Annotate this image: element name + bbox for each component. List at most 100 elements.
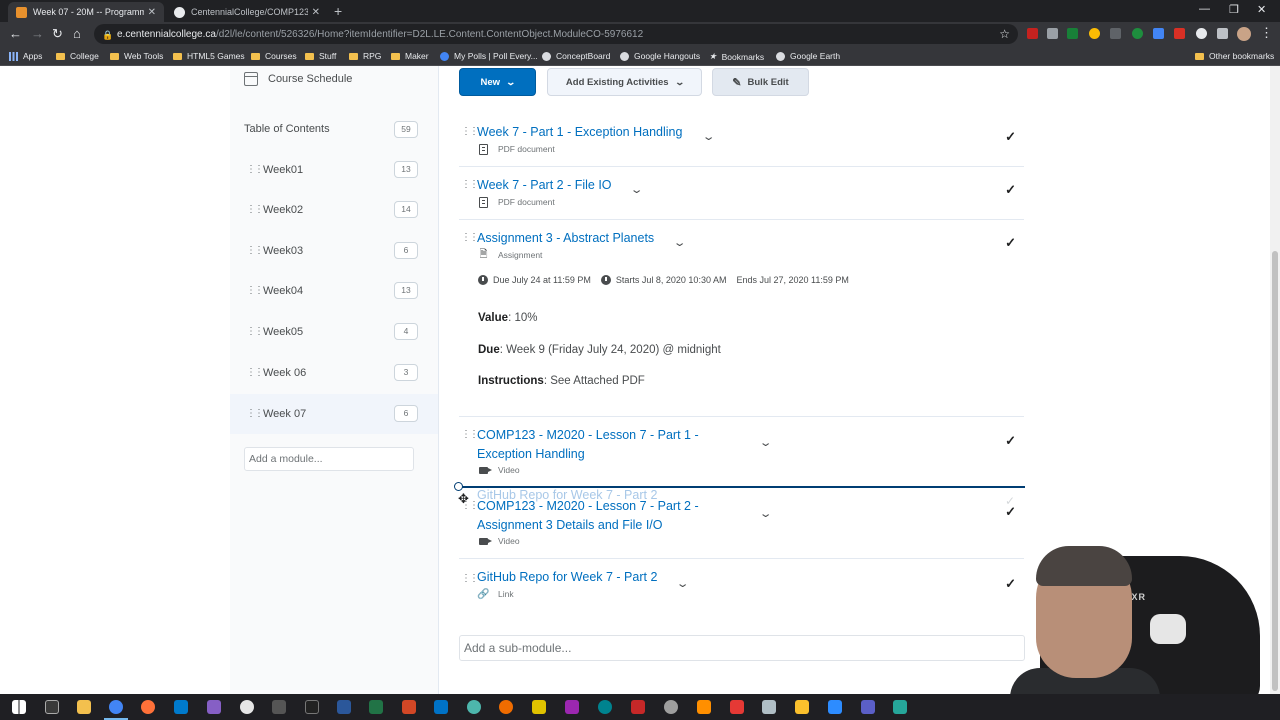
bookmark-conceptboard[interactable]: ConceptBoard <box>542 51 610 61</box>
table-of-contents-label[interactable]: Table of Contents <box>244 123 330 135</box>
drag-handle-icon[interactable]: ⋮⋮ <box>461 233 479 243</box>
address-bar[interactable]: 🔒 e.centennialcollege.ca /d2l/le/content… <box>94 24 1018 44</box>
app-icon[interactable] <box>272 700 286 714</box>
chevron-down-icon[interactable]: ⌄ <box>759 436 773 449</box>
extension-icon[interactable] <box>1067 28 1078 39</box>
bookmark-html5-games[interactable]: HTML5 Games <box>173 51 245 61</box>
sidebar-item-week02[interactable]: ⋮⋮ Week02 14 <box>230 190 438 230</box>
app-icon[interactable] <box>565 700 579 714</box>
back-icon[interactable]: ← <box>9 26 22 42</box>
bulk-edit-button[interactable]: ✎ Bulk Edit <box>712 68 809 96</box>
app-icon[interactable] <box>664 700 678 714</box>
topic-row[interactable]: ⋮⋮ Assignment 3 - Abstract Planets ⌄ ✓ 🗎… <box>459 220 1024 417</box>
browser-tab-active[interactable]: Week 07 - 20M -- Programming 2 ✕ <box>8 2 164 22</box>
profile-avatar[interactable] <box>1237 27 1251 41</box>
extension-icon[interactable] <box>1110 28 1121 39</box>
windows-start-icon[interactable] <box>12 700 26 714</box>
extension-icon[interactable] <box>1196 28 1207 39</box>
add-sub-module-input[interactable]: Add a sub-module... <box>459 635 1025 661</box>
reload-icon[interactable]: ↻ <box>52 26 63 42</box>
page-scrollbar[interactable] <box>1270 66 1280 694</box>
chevron-down-icon[interactable]: ⌄ <box>673 236 687 249</box>
minimize-icon[interactable]: — <box>1199 3 1210 15</box>
drag-handle-icon[interactable]: ⋮⋮ <box>246 327 264 337</box>
bookmark-maker[interactable]: Maker <box>391 51 429 61</box>
bookmark-google-earth[interactable]: Google Earth <box>776 51 840 61</box>
topic-row[interactable]: ⋮⋮ Week 7 - Part 1 - Exception Handling … <box>459 114 1024 167</box>
app-icon[interactable] <box>730 700 744 714</box>
app-icon[interactable] <box>499 700 513 714</box>
bookmark-stuff[interactable]: Stuff <box>305 51 336 61</box>
vscode-icon[interactable] <box>174 700 188 714</box>
app-icon[interactable] <box>240 700 254 714</box>
extension-icon[interactable] <box>1047 28 1058 39</box>
teams-icon[interactable] <box>861 700 875 714</box>
add-existing-activities-button[interactable]: Add Existing Activities ⌄ <box>547 68 702 96</box>
bookmark-other[interactable]: Other bookmarks <box>1195 51 1274 61</box>
topic-row[interactable]: ⋮⋮ COMP123 - M2020 - Lesson 7 - Part 1 -… <box>459 417 1024 487</box>
close-icon[interactable]: ✕ <box>312 7 320 18</box>
app-icon[interactable] <box>762 700 776 714</box>
topic-title-link[interactable]: Week 7 - Part 1 - Exception Handling <box>477 123 682 142</box>
word-icon[interactable] <box>337 700 351 714</box>
file-explorer-icon[interactable] <box>77 700 91 714</box>
app-icon[interactable] <box>598 700 612 714</box>
task-view-icon[interactable] <box>45 700 59 714</box>
extension-icon[interactable] <box>1027 28 1038 39</box>
topic-row[interactable]: ⋮⋮ GitHub Repo for Week 7 - Part 2 ⌄ ✓ 🔗… <box>459 559 1024 619</box>
epic-games-icon[interactable] <box>305 700 319 714</box>
extension-icon[interactable] <box>1132 28 1143 39</box>
bookmark-web-tools[interactable]: Web Tools <box>110 51 163 61</box>
window-close-icon[interactable]: ✕ <box>1257 3 1266 16</box>
app-icon[interactable] <box>467 700 481 714</box>
drag-handle-icon[interactable]: ⋮⋮ <box>461 574 479 584</box>
bookmark-courses[interactable]: Courses <box>251 51 297 61</box>
topic-row[interactable]: ⋮⋮ COMP123 - M2020 - Lesson 7 - Part 2 -… <box>459 488 1024 559</box>
extension-icon[interactable] <box>1089 28 1100 39</box>
course-schedule-link[interactable]: Course Schedule <box>244 72 352 86</box>
chrome-icon[interactable] <box>109 700 123 714</box>
sidebar-item-week05[interactable]: ⋮⋮ Week05 4 <box>230 312 438 352</box>
app-icon[interactable] <box>532 700 546 714</box>
topic-title-link[interactable]: COMP123 - M2020 - Lesson 7 - Part 1 - Ex… <box>477 426 727 463</box>
visual-studio-icon[interactable] <box>207 700 221 714</box>
drag-handle-icon[interactable]: ⋮⋮ <box>461 430 479 440</box>
extension-icon[interactable] <box>1174 28 1185 39</box>
drag-handle-icon[interactable]: ⋮⋮ <box>246 246 264 256</box>
drag-handle-icon[interactable]: ⋮⋮ <box>461 180 479 190</box>
powerpoint-icon[interactable] <box>402 700 416 714</box>
sidebar-item-week04[interactable]: ⋮⋮ Week04 13 <box>230 271 438 311</box>
zoom-icon[interactable] <box>828 700 842 714</box>
app-icon[interactable] <box>893 700 907 714</box>
extension-icon[interactable] <box>1153 28 1164 39</box>
app-icon[interactable] <box>631 700 645 714</box>
new-tab-icon[interactable]: + <box>334 3 342 19</box>
excel-icon[interactable] <box>369 700 383 714</box>
bookmark-star-icon[interactable]: ☆ <box>999 27 1010 41</box>
sidebar-item-week07[interactable]: ⋮⋮ Week 07 6 <box>230 394 438 434</box>
restore-icon[interactable]: ❐ <box>1229 3 1239 16</box>
firefox-icon[interactable] <box>141 700 155 714</box>
drag-handle-icon[interactable]: ⋮⋮ <box>246 409 264 419</box>
close-icon[interactable]: ✕ <box>148 7 156 18</box>
topic-title-link[interactable]: Week 7 - Part 2 - File IO <box>477 176 612 195</box>
chevron-down-icon[interactable]: ⌄ <box>759 507 773 520</box>
topic-title-link[interactable]: Assignment 3 - Abstract Planets <box>477 229 654 248</box>
drag-handle-icon[interactable]: ⋮⋮ <box>461 127 479 137</box>
chevron-down-icon[interactable]: ⌄ <box>630 183 644 196</box>
topic-row[interactable]: ⋮⋮ Week 7 - Part 2 - File IO ⌄ ✓ PDF doc… <box>459 167 1024 220</box>
forward-icon[interactable]: → <box>31 26 44 42</box>
outlook-icon[interactable] <box>434 700 448 714</box>
extensions-puzzle-icon[interactable] <box>1217 28 1228 39</box>
bookmark-college[interactable]: College <box>56 51 99 61</box>
bookmark-my-polls[interactable]: My Polls | Poll Every... <box>440 51 538 61</box>
sidebar-item-week01[interactable]: ⋮⋮ Week01 13 <box>230 150 438 190</box>
bookmark-google-hangouts[interactable]: Google Hangouts <box>620 51 700 61</box>
scrollbar-thumb[interactable] <box>1272 251 1278 691</box>
drag-handle-icon[interactable]: ⋮⋮ <box>246 205 264 215</box>
bookmark-bookmarks[interactable]: ★ Bookmarks <box>709 51 764 62</box>
drag-handle-icon[interactable]: ⋮⋮ <box>246 165 264 175</box>
browser-tab-github[interactable]: CentennialCollege/COMP123-M2 ✕ <box>166 2 328 22</box>
chevron-down-icon[interactable]: ⌄ <box>702 130 716 143</box>
drag-handle-icon[interactable]: ⋮⋮ <box>246 368 264 378</box>
